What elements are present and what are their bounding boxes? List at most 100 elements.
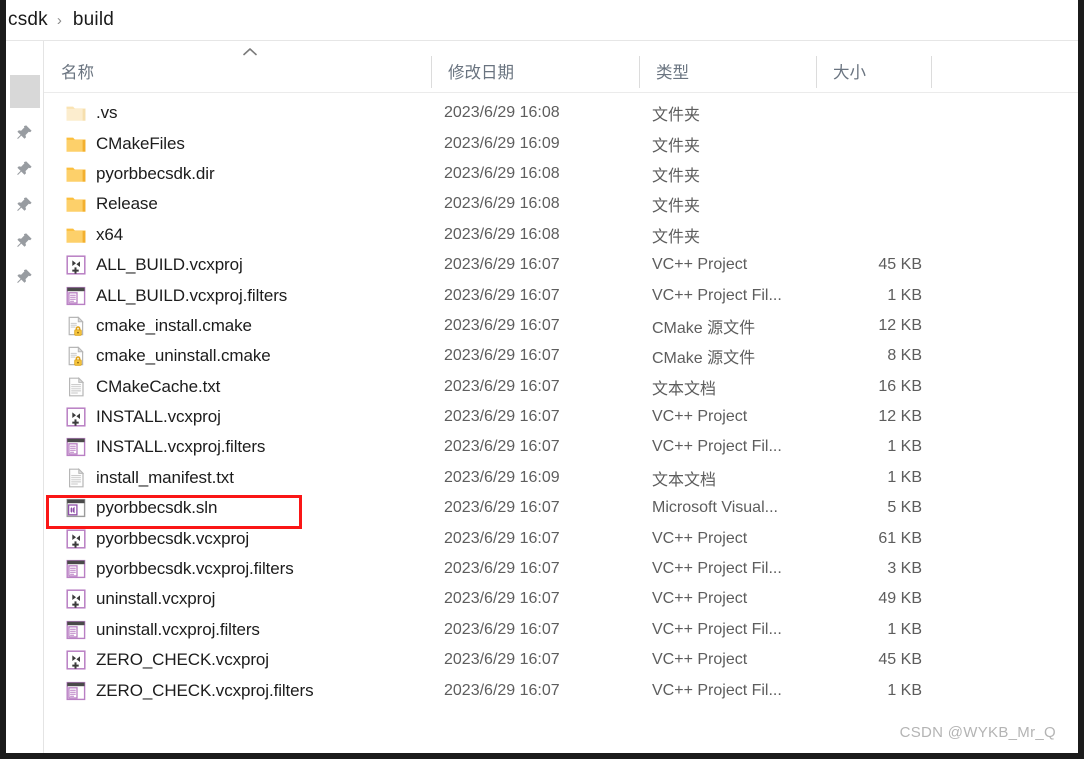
file-size-cell: 12 KB (878, 316, 922, 334)
file-date-cell: 2023/6/29 16:08 (444, 164, 560, 182)
file-name-cell[interactable]: ZERO_CHECK.vcxproj.filters (65, 680, 314, 702)
file-name-cell[interactable]: ALL_BUILD.vcxproj.filters (65, 285, 287, 307)
breadcrumb-item-0[interactable]: csdk (8, 9, 48, 31)
file-name-cell[interactable]: .vs (65, 102, 118, 124)
header-divider (44, 92, 1078, 93)
file-date-cell: 2023/6/29 16:07 (444, 256, 560, 274)
file-name-cell[interactable]: uninstall.vcxproj.filters (65, 619, 260, 641)
file-name-cell[interactable]: INSTALL.vcxproj.filters (65, 436, 265, 458)
file-size-cell: 5 KB (887, 499, 922, 517)
text-file-icon (65, 467, 87, 489)
file-date-cell: 2023/6/29 16:07 (444, 620, 560, 638)
file-name-label: INSTALL.vcxproj (96, 407, 221, 427)
file-date-cell: 2023/6/29 16:09 (444, 134, 560, 152)
pin-icon[interactable] (15, 123, 34, 142)
file-type-cell: 文件夹 (652, 107, 701, 125)
table-row[interactable]: Release 2023/6/29 16:08 文件夹 (44, 189, 1078, 219)
file-name-cell[interactable]: CMakeFiles (65, 133, 185, 155)
file-name-label: uninstall.vcxproj.filters (96, 619, 260, 639)
file-date-cell: 2023/6/29 16:07 (444, 408, 560, 426)
column-header-row[interactable]: 名称 修改日期 类型 大小 (44, 48, 1078, 92)
breadcrumb-item-1[interactable]: build (73, 9, 114, 31)
pin-icon[interactable] (15, 195, 34, 214)
file-name-cell[interactable]: cmake_install.cmake (65, 315, 252, 337)
table-row[interactable]: ZERO_CHECK.vcxproj.filters 2023/6/29 16:0… (44, 675, 1078, 705)
file-name-label: INSTALL.vcxproj.filters (96, 437, 266, 457)
file-date-cell: 2023/6/29 16:08 (444, 225, 560, 243)
table-row[interactable]: ZERO_CHECK.vcxproj 2023/6/29 16:07 VC++ Pr… (44, 645, 1078, 675)
file-date-cell: 2023/6/29 16:07 (444, 529, 560, 547)
file-size-cell: 12 KB (878, 408, 922, 426)
file-type-cell: VC++ Project Fil... (652, 560, 782, 578)
column-header-size[interactable]: 大小 (816, 50, 866, 92)
file-name-cell[interactable]: pyorbbecsdk.sln (65, 497, 217, 519)
breadcrumb[interactable]: csdk › build (6, 0, 1078, 40)
table-row[interactable]: pyorbbecsdk.sln 2023/6/29 16:07 Microsoft … (44, 493, 1078, 523)
explorer-window: csdk › build 名称 修改日期 类型 大小 .vs 2023/6/29 … (0, 0, 1084, 759)
file-name-cell[interactable]: pyorbbecsdk.vcxproj (65, 528, 249, 550)
table-row[interactable]: x64 2023/6/29 16:08 文件夹 (44, 220, 1078, 250)
breadcrumb-separator-icon[interactable]: › (57, 13, 62, 28)
folder-faded-icon (65, 102, 87, 124)
nav-selected-item[interactable] (10, 75, 40, 108)
column-header-date[interactable]: 修改日期 (431, 50, 514, 92)
file-type-cell: VC++ Project (652, 590, 748, 608)
file-name-cell[interactable]: Release (65, 193, 158, 215)
pin-icon[interactable] (15, 231, 34, 250)
column-divider-4[interactable] (931, 56, 932, 88)
file-name-cell[interactable]: CMakeCache.txt (65, 376, 220, 398)
file-name-cell[interactable]: INSTALL.vcxproj (65, 406, 221, 428)
file-name-label: pyorbbecsdk.dir (96, 163, 215, 183)
file-name-label: .vs (96, 103, 118, 123)
column-header-type[interactable]: 类型 (639, 50, 689, 92)
file-name-cell[interactable]: cmake_uninstall.cmake (65, 345, 271, 367)
table-row[interactable]: install_manifest.txt 2023/6/29 16:09 文本文档 1… (44, 463, 1078, 493)
table-row[interactable]: INSTALL.vcxproj.filters 2023/6/29 16:07 VC… (44, 432, 1078, 462)
table-row[interactable]: pyorbbecsdk.vcxproj.filters 2023/6/29 16:… (44, 554, 1078, 584)
cmake-lock-icon (65, 345, 87, 367)
file-date-cell: 2023/6/29 16:07 (444, 651, 560, 669)
vcxproj-icon (65, 406, 87, 428)
table-row[interactable]: cmake_uninstall.cmake 2023/6/29 16:07 CMak… (44, 341, 1078, 371)
file-type-cell: VC++ Project Fil... (652, 438, 782, 456)
table-row[interactable]: pyorbbecsdk.dir 2023/6/29 16:08 文件夹 (44, 159, 1078, 189)
table-row[interactable]: uninstall.vcxproj 2023/6/29 16:07 VC++ Pro… (44, 584, 1078, 614)
table-row[interactable]: ALL_BUILD.vcxproj 2023/6/29 16:07 VC++ Pro… (44, 250, 1078, 280)
file-name-label: cmake_uninstall.cmake (96, 346, 271, 366)
file-name-cell[interactable]: ALL_BUILD.vcxproj (65, 254, 243, 276)
folder-icon (65, 193, 87, 215)
file-type-cell: VC++ Project (652, 651, 748, 669)
table-row[interactable]: CMakeFiles 2023/6/29 16:09 文件夹 (44, 128, 1078, 158)
column-header-name[interactable]: 名称 (44, 50, 94, 92)
file-list-view[interactable]: 名称 修改日期 类型 大小 .vs 2023/6/29 16:08 文件夹 CMake… (44, 41, 1078, 753)
file-size-cell: 45 KB (878, 256, 922, 274)
navigation-pane[interactable] (6, 41, 44, 753)
file-size-cell: 45 KB (878, 651, 922, 669)
file-date-cell: 2023/6/29 16:07 (444, 560, 560, 578)
table-row[interactable]: .vs 2023/6/29 16:08 文件夹 (44, 98, 1078, 128)
filters-icon (65, 619, 87, 641)
table-row[interactable]: cmake_install.cmake 2023/6/29 16:07 CMake … (44, 311, 1078, 341)
table-row[interactable]: pyorbbecsdk.vcxproj 2023/6/29 16:07 VC++ P… (44, 523, 1078, 553)
file-name-cell[interactable]: x64 (65, 224, 123, 246)
file-name-label: ALL_BUILD.vcxproj.filters (96, 285, 288, 305)
sln-icon (65, 497, 87, 519)
file-name-cell[interactable]: ZERO_CHECK.vcxproj (65, 649, 269, 671)
file-name-cell[interactable]: install_manifest.txt (65, 467, 234, 489)
folder-icon (65, 163, 87, 185)
table-row[interactable]: INSTALL.vcxproj 2023/6/29 16:07 VC++ Proje… (44, 402, 1078, 432)
table-row[interactable]: CMakeCache.txt 2023/6/29 16:07 文本文档 16 KB (44, 372, 1078, 402)
file-name-cell[interactable]: uninstall.vcxproj (65, 588, 215, 610)
file-date-cell: 2023/6/29 16:07 (444, 499, 560, 517)
pin-icon[interactable] (15, 267, 34, 286)
filters-icon (65, 558, 87, 580)
table-row[interactable]: uninstall.vcxproj.filters 2023/6/29 16:07… (44, 615, 1078, 645)
file-name-cell[interactable]: pyorbbecsdk.dir (65, 163, 215, 185)
file-rows-container: .vs 2023/6/29 16:08 文件夹 CMakeFiles 2023/6/29… (44, 98, 1078, 706)
table-row[interactable]: ALL_BUILD.vcxproj.filters 2023/6/29 16:07… (44, 280, 1078, 310)
file-name-label: pyorbbecsdk.vcxproj.filters (96, 559, 294, 579)
file-type-cell: VC++ Project Fil... (652, 681, 782, 699)
file-name-cell[interactable]: pyorbbecsdk.vcxproj.filters (65, 558, 294, 580)
pin-icon[interactable] (15, 159, 34, 178)
filters-icon (65, 436, 87, 458)
